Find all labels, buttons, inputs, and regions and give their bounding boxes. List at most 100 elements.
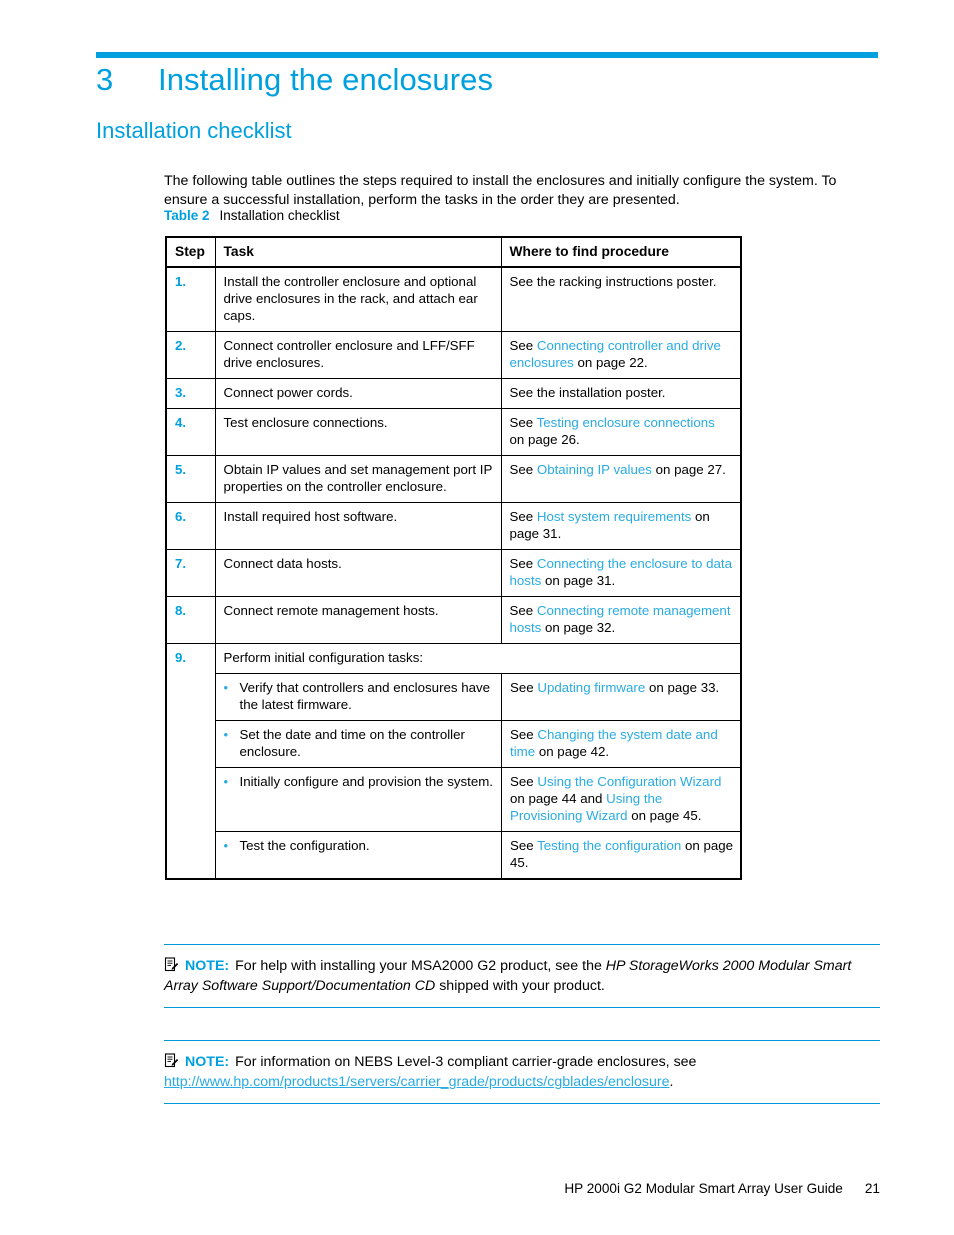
step-number: 9.: [175, 650, 187, 665]
note-text-2: .: [669, 1074, 674, 1090]
where-text-post: on page 33.: [645, 680, 720, 695]
step-9-subtasks-container: • Verify that controllers and enclosures…: [215, 674, 742, 880]
step-number: 2.: [175, 338, 187, 353]
where-cell: See the installation poster.: [500, 378, 742, 409]
cross-reference-link[interactable]: Host system requirements: [537, 509, 691, 524]
note-block-2: NOTE: For information on NEBS Level-3 com…: [164, 1040, 880, 1104]
where-text-post: on page 32.: [541, 620, 616, 635]
task-cell: Connect controller enclosure and LFF/SFF…: [214, 331, 502, 379]
bullet-icon: •: [223, 774, 229, 789]
table-caption-label: Table 2: [164, 208, 210, 223]
subtask-where-cell: See Updating firmware on page 33.: [501, 674, 742, 721]
bullet-icon: •: [223, 838, 229, 853]
cross-reference-link[interactable]: Using the Configuration Wizard: [537, 774, 721, 789]
chapter-number: 3: [96, 62, 114, 97]
subtask-cell: • Set the date and time on the controlle…: [215, 720, 502, 768]
subtask-row: • Initially configure and provision the …: [215, 767, 742, 832]
note-keyword: NOTE:: [185, 1054, 230, 1070]
task-cell: Install required host software.: [214, 502, 502, 550]
cross-reference-link[interactable]: Testing enclosure connections: [537, 415, 715, 430]
subtask-where-cell: See Testing the configuration on page 45…: [501, 831, 742, 878]
note-body: NOTE: For help with installing your MSA20…: [164, 945, 880, 1007]
subtask-cell: • Verify that controllers and enclosures…: [215, 674, 502, 721]
subtask-text: Test the configuration.: [239, 838, 370, 853]
task-cell: Install the controller enclosure and opt…: [214, 266, 502, 332]
table-row: 2. Connect controller enclosure and LFF/…: [165, 331, 742, 379]
subtask-where-cell: See Using the Configuration Wizard on pa…: [501, 767, 742, 832]
subtask-text: Initially configure and provision the sy…: [239, 774, 494, 789]
note-block-1: NOTE: For help with installing your MSA20…: [164, 944, 880, 1008]
where-text-post: on page 26.: [509, 432, 580, 447]
installation-checklist-table-wrapper: Step Task Where to find procedure 1. Ins…: [165, 236, 742, 880]
where-cell: See Testing enclosure connections on pag…: [500, 408, 742, 456]
cross-reference-link[interactable]: Updating firmware: [537, 680, 645, 695]
where-text-pre: See: [510, 838, 538, 853]
task-cell: Obtain IP values and set management port…: [214, 455, 502, 503]
task-cell: Connect power cords.: [214, 378, 502, 409]
step-9-heading-cell: Perform initial configuration tasks:: [214, 643, 742, 674]
note-rule-bottom: [164, 1007, 880, 1008]
where-text-pre: See: [509, 338, 537, 353]
where-text-post: on page 45.: [627, 808, 702, 823]
subtask-text: Verify that controllers and enclosures h…: [239, 680, 491, 712]
where-text-post: on page 31.: [541, 573, 616, 588]
table-caption: Table 2 Installation checklist: [164, 208, 340, 223]
intro-paragraph: The following table outlines the steps r…: [164, 173, 837, 209]
step-number: 8.: [175, 603, 187, 618]
document-page: 3 Installing the enclosures Installation …: [0, 0, 954, 1235]
task-cell: Connect data hosts.: [214, 549, 502, 597]
chapter-title-text: Installing the enclosures: [158, 62, 494, 97]
where-text-pre: See: [509, 415, 537, 430]
table-body: 1. Install the controller enclosure and …: [165, 266, 742, 880]
where-cell: See Connecting remote management hosts o…: [500, 596, 742, 644]
note-body: NOTE: For information on NEBS Level-3 com…: [164, 1041, 880, 1103]
where-text-mid: on page 44 and: [510, 791, 607, 806]
subtask-row: • Test the configuration. See Testing th…: [215, 831, 742, 878]
section-heading: Installation checklist: [96, 118, 292, 143]
note-icon: [164, 957, 179, 972]
installation-checklist-table: Step Task Where to find procedure 1. Ins…: [165, 236, 742, 880]
subtask-cell: • Initially configure and provision the …: [215, 767, 502, 832]
table-row: 8. Connect remote management hosts. See …: [165, 596, 742, 644]
table-row: 6. Install required host software. See H…: [165, 502, 742, 550]
where-text-post: on page 22.: [573, 355, 648, 370]
subtask-cell: • Test the configuration.: [215, 831, 502, 878]
where-text-pre: See the racking instructions poster.: [509, 274, 717, 289]
external-url-link[interactable]: http://www.hp.com/products1/servers/carr…: [164, 1074, 669, 1090]
task-cell: Test enclosure connections.: [214, 408, 502, 456]
subtask-text: Set the date and time on the controller …: [239, 727, 465, 759]
where-text-pre: See: [509, 603, 537, 618]
where-cell: See Host system requirements on page 31.: [500, 502, 742, 550]
chapter-rule: [96, 52, 878, 58]
note-keyword: NOTE:: [185, 958, 230, 974]
chapter-heading: 3 Installing the enclosures: [96, 62, 886, 98]
table-row: 4. Test enclosure connections. See Testi…: [165, 408, 742, 456]
note-text-2: shipped with your product.: [435, 978, 605, 994]
where-cell: See Connecting controller and drive encl…: [500, 331, 742, 379]
note-rule-bottom: [164, 1103, 880, 1104]
task-cell: Connect remote management hosts.: [214, 596, 502, 644]
where-cell: See Connecting the enclosure to data hos…: [500, 549, 742, 597]
step-cell-9: 9.: [165, 643, 216, 880]
column-header-step: Step: [165, 236, 216, 268]
bullet-icon: •: [223, 680, 229, 695]
step-number: 4.: [175, 415, 187, 430]
where-text-pre: See: [510, 727, 538, 742]
where-text-pre: See: [509, 509, 537, 524]
column-header-where: Where to find procedure: [500, 236, 742, 268]
where-text-post: on page 27.: [651, 462, 726, 477]
note-text-1: For help with installing your MSA2000 G2…: [235, 958, 606, 974]
column-header-task: Task: [214, 236, 502, 268]
step-number: 5.: [175, 462, 187, 477]
cross-reference-link[interactable]: Testing the configuration: [537, 838, 681, 853]
subtask-where-cell: See Changing the system date and time on…: [501, 720, 742, 768]
table-row: 3. Connect power cords. See the installa…: [165, 378, 742, 409]
table-row: 7. Connect data hosts. See Connecting th…: [165, 549, 742, 597]
cross-reference-link[interactable]: Obtaining IP values: [537, 462, 652, 477]
where-text-pre: See: [510, 680, 538, 695]
table-header: Step Task Where to find procedure: [165, 236, 742, 268]
step-number: 3.: [175, 385, 187, 400]
where-text-post: on page 42.: [535, 744, 610, 759]
subtask-row: • Verify that controllers and enclosures…: [215, 674, 742, 721]
step-number: 1.: [175, 274, 187, 289]
